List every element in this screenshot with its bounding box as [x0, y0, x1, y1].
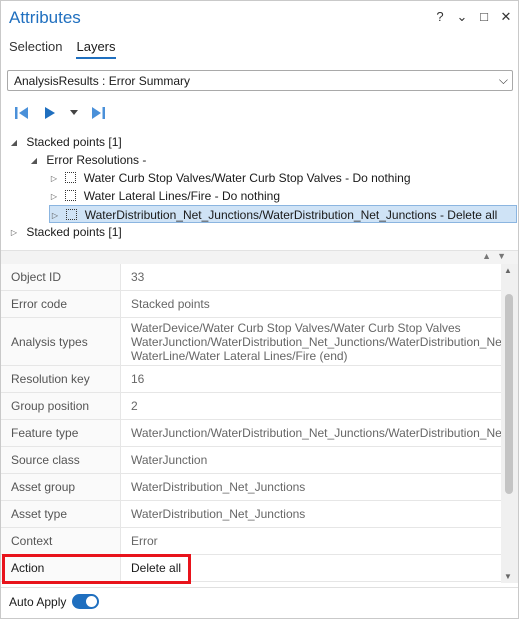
- field-value[interactable]: Stacked points: [131, 291, 501, 317]
- close-icon[interactable]: ✕: [500, 10, 512, 24]
- table-row-action: Action Delete all: [1, 555, 501, 582]
- field-name: Asset type: [1, 501, 121, 527]
- field-name: Error code: [1, 291, 121, 317]
- field-value[interactable]: 2: [131, 393, 501, 419]
- tree-node-label: WaterDistribution_Net_Junctions/WaterDis…: [84, 208, 498, 222]
- toggle-knob: [86, 596, 97, 607]
- attribute-scrollbar[interactable]: ▲ ▼: [501, 264, 518, 583]
- tab-strip: Selection Layers: [9, 39, 116, 59]
- chevron-down-icon: ⌵: [498, 73, 508, 87]
- field-name: Context: [1, 528, 121, 554]
- field-value-line: WaterJunction/WaterDistribution_Net_Junc…: [131, 334, 501, 349]
- field-value[interactable]: WaterJunction: [131, 447, 501, 473]
- tree-node-error-resolutions[interactable]: ◢ Error Resolutions -: [29, 151, 146, 169]
- tab-layers[interactable]: Layers: [76, 39, 116, 59]
- scroll-up-icon[interactable]: ▲: [504, 266, 512, 275]
- table-row: Source class WaterJunction: [1, 447, 501, 474]
- field-name: Asset group: [1, 474, 121, 500]
- field-value[interactable]: WaterDistribution_Net_Junctions: [131, 474, 501, 500]
- scrollbar-thumb[interactable]: [505, 294, 513, 494]
- tree-node-resolution[interactable]: ▷ Water Lateral Lines/Fire - Do nothing: [49, 187, 280, 205]
- footer-bar: Auto Apply: [1, 587, 518, 618]
- field-value[interactable]: Delete all: [131, 555, 501, 581]
- help-icon[interactable]: ?: [434, 10, 446, 24]
- field-name: Object ID: [1, 264, 121, 290]
- pane-title: Attributes: [9, 8, 81, 27]
- field-value[interactable]: WaterJunction/WaterDistribution_Net_Junc…: [131, 420, 501, 446]
- field-name: Source class: [1, 447, 121, 473]
- tree-node-label: Water Lateral Lines/Fire - Do nothing: [83, 189, 280, 203]
- attribute-table: Object ID 33 Error code Stacked points A…: [1, 264, 501, 583]
- field-value[interactable]: WaterDistribution_Net_Junctions: [131, 501, 501, 527]
- previous-feature-icon[interactable]: [13, 105, 31, 121]
- field-value[interactable]: WaterDevice/Water Curb Stop Valves/Water…: [131, 318, 501, 365]
- tree-node-label: Water Curb Stop Valves/Water Curb Stop V…: [83, 171, 411, 185]
- title-bar: Attributes ? ⌄ □ ✕: [1, 1, 518, 35]
- last-feature-icon[interactable]: [89, 105, 107, 121]
- auto-apply-toggle[interactable]: [72, 594, 99, 609]
- tree-node-resolution-selected[interactable]: ▷ WaterDistribution_Net_Junctions/WaterD…: [49, 205, 517, 223]
- attributes-pane: Attributes ? ⌄ □ ✕ Selection Layers Anal…: [0, 0, 519, 619]
- expand-icon[interactable]: ▷: [9, 224, 19, 242]
- field-value[interactable]: 16: [131, 366, 501, 392]
- expand-icon[interactable]: ▷: [49, 170, 59, 188]
- field-name: Resolution key: [1, 366, 121, 392]
- feature-navigation: [13, 105, 107, 121]
- collapse-icon[interactable]: ◢: [29, 152, 39, 170]
- window-controls: ? ⌄ □ ✕: [434, 10, 512, 24]
- scroll-down-icon[interactable]: ▼: [504, 572, 512, 581]
- layer-dropdown[interactable]: AnalysisResults : Error Summary ⌵: [7, 70, 513, 91]
- table-row: Error code Stacked points: [1, 291, 501, 318]
- table-row: Object ID 33: [1, 264, 501, 291]
- table-row: Asset group WaterDistribution_Net_Juncti…: [1, 474, 501, 501]
- tree-node-resolution[interactable]: ▷ Water Curb Stop Valves/Water Curb Stop…: [49, 169, 411, 187]
- field-name: Feature type: [1, 420, 121, 446]
- next-feature-icon[interactable]: [41, 105, 59, 121]
- table-row: Asset type WaterDistribution_Net_Junctio…: [1, 501, 501, 528]
- pane-splitter[interactable]: ▲▼: [1, 250, 518, 264]
- checkbox-icon[interactable]: [65, 190, 77, 202]
- field-name: Analysis types: [1, 318, 121, 365]
- table-row: Resolution key 16: [1, 366, 501, 393]
- field-value-line: WaterDevice/Water Curb Stop Valves/Water…: [131, 320, 461, 335]
- tree-node-label: Stacked points [1]: [26, 225, 122, 239]
- tree-node-stacked-points[interactable]: ◢ Stacked points [1]: [9, 133, 122, 151]
- field-name: Group position: [1, 393, 121, 419]
- maximize-icon[interactable]: □: [478, 10, 490, 24]
- table-row: Context Error: [1, 528, 501, 555]
- tree-node-label: Error Resolutions -: [46, 153, 147, 167]
- table-row: Group position 2: [1, 393, 501, 420]
- table-row: Analysis types WaterDevice/Water Curb St…: [1, 318, 501, 366]
- options-chevron-icon[interactable]: ⌄: [456, 10, 468, 24]
- table-row: Feature type WaterJunction/WaterDistribu…: [1, 420, 501, 447]
- field-value[interactable]: Error: [131, 528, 501, 554]
- tree-node-stacked-points[interactable]: ▷ Stacked points [1]: [9, 223, 122, 241]
- tab-selection[interactable]: Selection: [9, 39, 62, 59]
- field-name: Action: [1, 555, 121, 581]
- field-value[interactable]: 33: [131, 264, 501, 290]
- checkbox-icon[interactable]: [66, 209, 78, 221]
- collapse-icon[interactable]: ◢: [9, 134, 19, 152]
- layer-dropdown-value: AnalysisResults : Error Summary: [14, 74, 191, 88]
- tree-node-label: Stacked points [1]: [26, 135, 122, 149]
- dropdown-chevron-icon[interactable]: [69, 105, 79, 121]
- auto-apply-label: Auto Apply: [9, 595, 67, 609]
- splitter-arrows-icon[interactable]: ▲▼: [482, 251, 512, 261]
- field-value-line: WaterLine/Water Lateral Lines/Fire (end): [131, 348, 348, 363]
- checkbox-icon[interactable]: [65, 172, 77, 184]
- expand-icon[interactable]: ▷: [49, 188, 59, 206]
